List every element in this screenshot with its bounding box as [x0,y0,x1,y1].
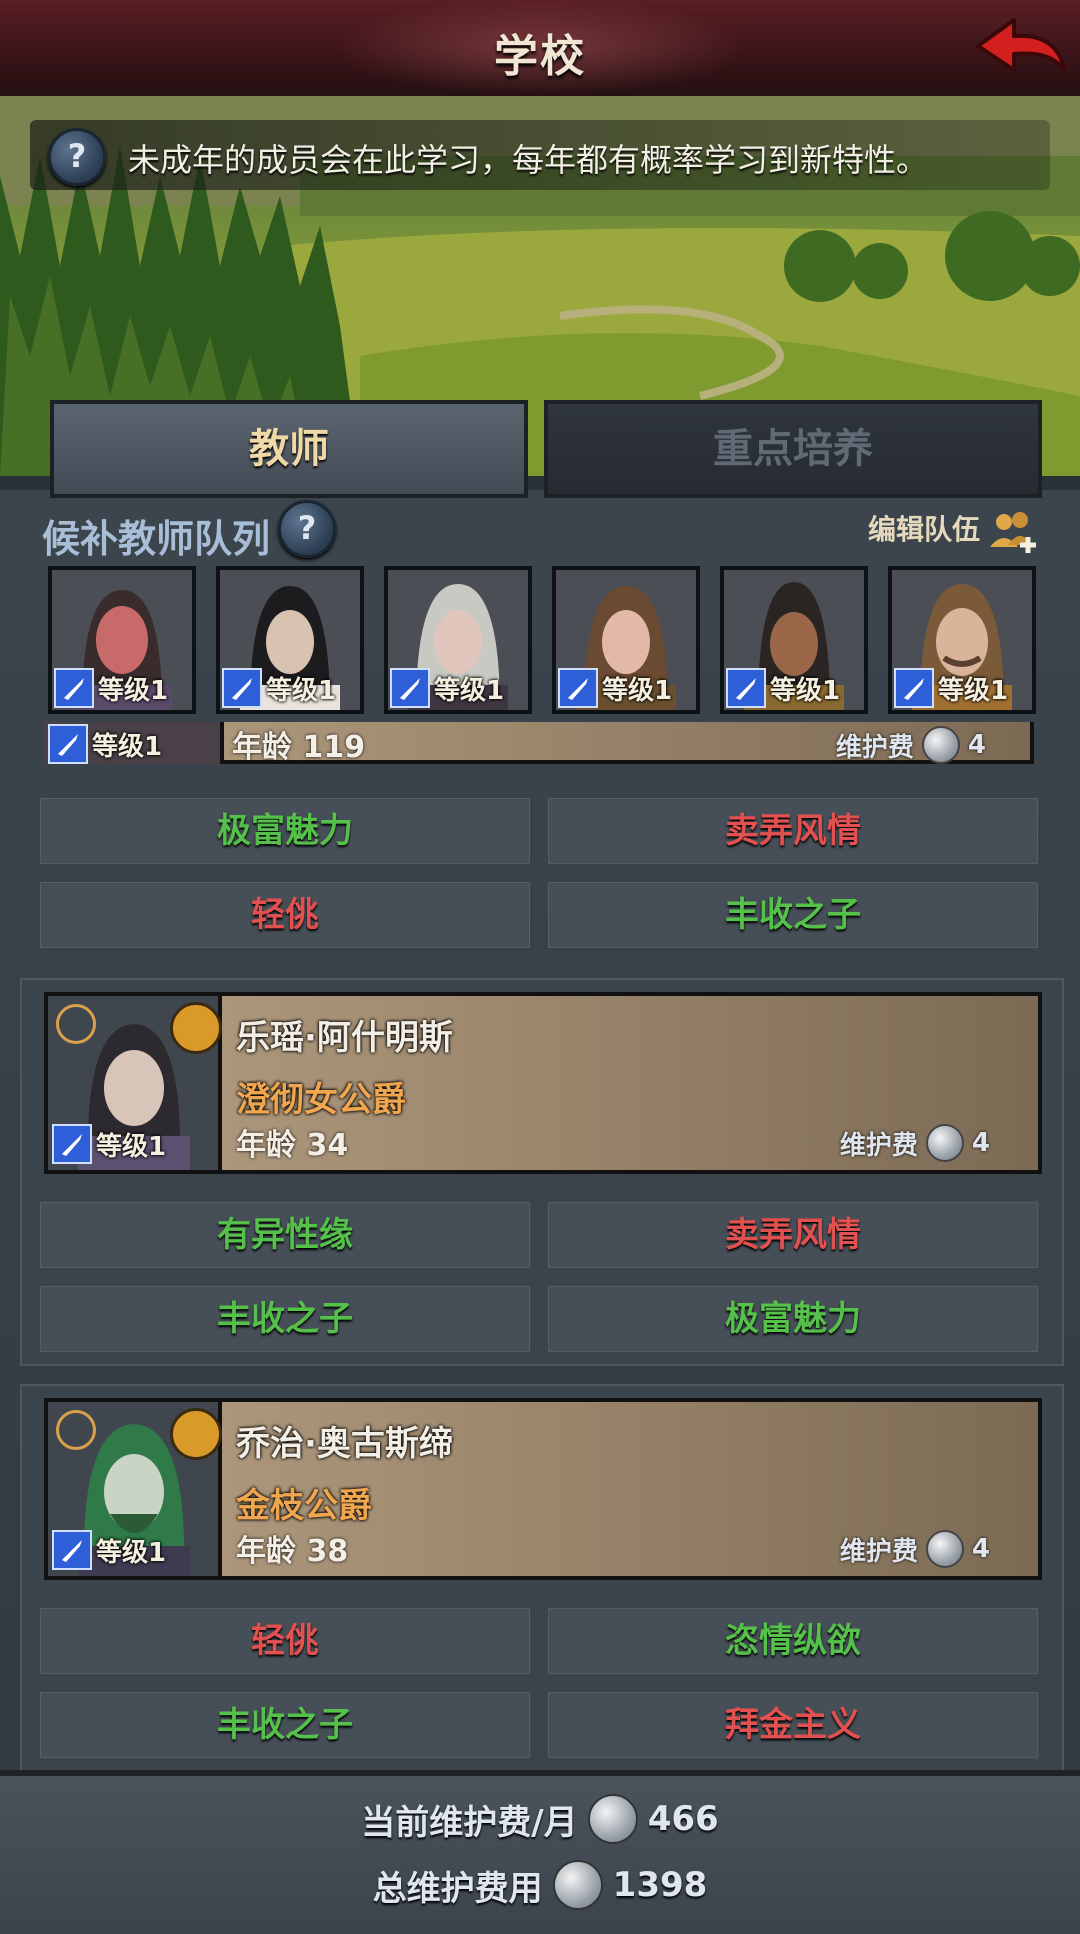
trait-tag[interactable]: 丰收之子 [40,1692,530,1758]
faction-icon [56,1410,96,1450]
trait-tag[interactable]: 恣情纵欲 [548,1608,1038,1674]
upkeep-label: 维护费 [835,732,914,763]
total-upkeep-row: 总维护费用 1398 [0,1860,1080,1910]
silver-coin-icon [587,1794,638,1844]
upkeep-label: 维护费 [839,1130,918,1161]
sword-icon [54,668,94,708]
trait-tag[interactable]: 卖弄风情 [548,1202,1038,1268]
info-text: 未成年的成员会在此学习，每年都有概率学习到新特性。 [128,141,929,179]
candidate-portrait[interactable]: 等级1 [720,566,868,714]
level-badge: 等级1 [726,668,840,708]
level-text: 等级1 [266,675,337,706]
silver-coin-icon [925,1530,964,1568]
level-badge: 等级1 [54,668,168,708]
upkeep-label: 维护费 [839,1536,918,1567]
age-label: 年龄 [236,1128,296,1163]
age-row: 年龄 119 [232,722,365,764]
trait-tag[interactable]: 轻佻 [40,882,530,948]
level-text: 等级1 [96,1131,167,1162]
swap-icon[interactable] [170,1002,222,1054]
level-badge: 等级1 [558,668,672,708]
team-add-icon [989,512,1036,553]
trait-tag[interactable]: 卖弄风情 [548,798,1038,864]
page-title: 学校 [494,31,586,82]
level-text: 等级1 [770,675,841,706]
teacher-name: 乔治·奥古斯缔 [236,1424,453,1464]
age-row: 年龄 34 [236,1120,348,1164]
teacher-card[interactable]: 等级1 乔治·奥古斯缔 金枝公爵 年龄 38 维护费 4 [44,1398,1042,1580]
level-badge: 等级1 [894,668,1008,708]
age-row: 年龄 38 [236,1526,348,1570]
tab-teachers-label: 教师 [249,426,329,472]
queue-help-icon[interactable]: ? [278,500,336,558]
level-text: 等级1 [434,675,505,706]
age-label: 年龄 [232,730,292,764]
age-value: 119 [302,730,366,764]
upkeep-value: 4 [971,1128,990,1158]
tab-focus-training-label: 重点培养 [713,426,873,472]
level-text: 等级1 [98,675,169,706]
level-badge: 等级1 [390,668,504,708]
teacher-card-partial[interactable]: 等级1 年龄 119 维护费 4 [44,722,1034,764]
candidate-portrait[interactable]: 等级1 [216,566,364,714]
sword-icon [52,1530,92,1570]
teacher-title: 澄彻女公爵 [236,1080,406,1120]
level-badge: 等级1 [52,1530,166,1570]
candidate-portrait[interactable]: 等级1 [888,566,1036,714]
upkeep-value: 4 [971,1534,990,1564]
swap-icon[interactable] [170,1408,222,1460]
teacher-card[interactable]: 等级1 乐瑶·阿什明斯 澄彻女公爵 年龄 34 维护费 4 [44,992,1042,1174]
upkeep-row: 维护费 4 [840,1530,990,1568]
level-text: 等级1 [92,731,163,762]
total-upkeep-label: 总维护费用 [372,1868,543,1909]
trait-tag[interactable]: 极富魅力 [548,1286,1038,1352]
trait-tag[interactable]: 丰收之子 [548,882,1038,948]
monthly-upkeep-value: 466 [647,1799,719,1839]
level-text: 等级1 [96,1537,167,1568]
edit-team-label: 编辑队伍 [868,513,981,546]
sword-icon [726,668,766,708]
sword-icon [222,668,262,708]
age-label: 年龄 [236,1534,296,1569]
teacher-title: 金枝公爵 [236,1486,372,1526]
tab-focus-training[interactable]: 重点培养 [544,400,1042,498]
level-text: 等级1 [938,675,1009,706]
silver-coin-icon [925,1124,964,1162]
silver-coin-icon [921,726,960,764]
back-arrow-icon [976,18,1066,72]
trait-tag[interactable]: 拜金主义 [548,1692,1038,1758]
total-upkeep-value: 1398 [612,1865,708,1905]
candidate-portrait[interactable]: 等级1 [552,566,700,714]
sword-icon [894,668,934,708]
level-text: 等级1 [602,675,673,706]
sword-icon [558,668,598,708]
trait-tag[interactable]: 极富魅力 [40,798,530,864]
teacher-name: 乐瑶·阿什明斯 [236,1018,453,1058]
level-badge: 等级1 [48,724,162,764]
sword-icon [52,1124,92,1164]
sword-icon [48,724,88,764]
trait-tag[interactable]: 有异性缘 [40,1202,530,1268]
level-badge: 等级1 [222,668,336,708]
level-badge: 等级1 [52,1124,166,1164]
sword-icon [390,668,430,708]
silver-coin-icon [552,1860,603,1910]
tab-teachers[interactable]: 教师 [50,400,528,498]
age-value: 34 [306,1128,349,1163]
faction-icon [56,1004,96,1044]
age-value: 38 [306,1534,349,1569]
upkeep-row: 维护费 4 [836,726,986,764]
edit-team-button[interactable]: 编辑队伍 [868,508,1040,553]
upkeep-value: 4 [967,730,986,760]
candidate-portrait[interactable]: 等级1 [384,566,532,714]
back-button[interactable] [970,10,1070,90]
trait-tag[interactable]: 丰收之子 [40,1286,530,1352]
monthly-upkeep-label: 当前维护费/月 [361,1802,578,1843]
info-help-icon[interactable]: ? [48,128,106,186]
upkeep-row: 维护费 4 [840,1124,990,1162]
monthly-upkeep-row: 当前维护费/月 466 [0,1794,1080,1844]
teacher-queue-label: 候补教师队列 [42,517,271,561]
candidate-portrait[interactable]: 等级1 [48,566,196,714]
trait-tag[interactable]: 轻佻 [40,1608,530,1674]
